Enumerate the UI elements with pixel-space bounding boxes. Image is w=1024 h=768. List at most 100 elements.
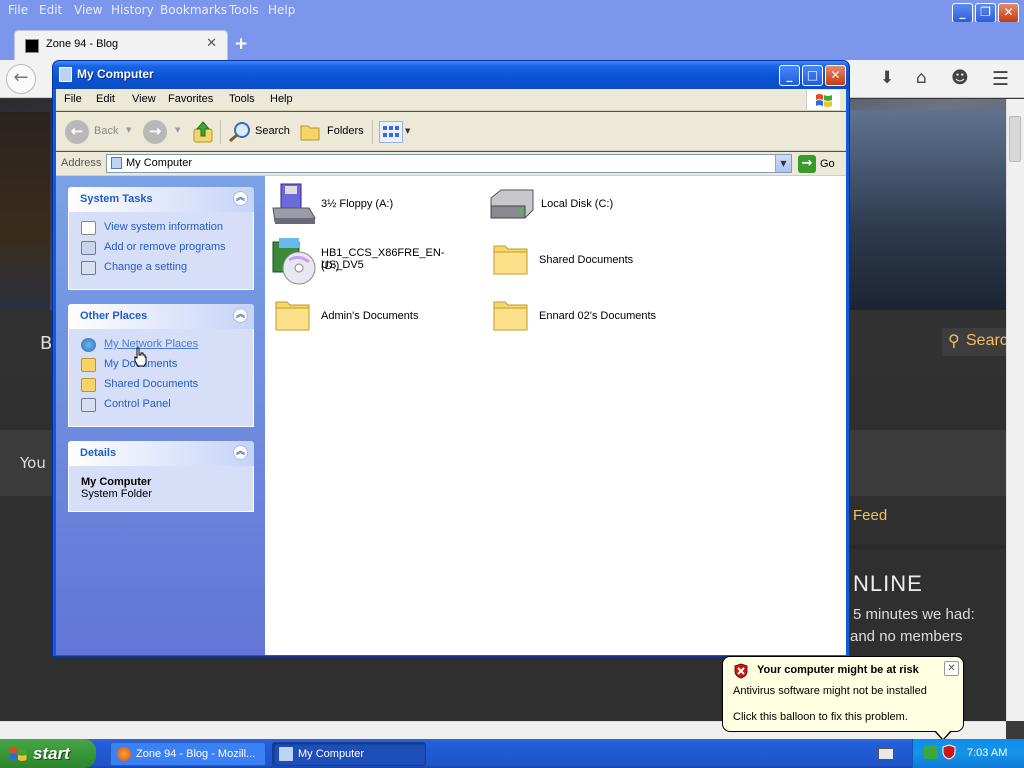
- control-panel-icon: [81, 261, 96, 275]
- folder-shared-documents[interactable]: Shared Documents: [491, 238, 711, 284]
- folder-admins-documents[interactable]: Admin's Documents: [273, 294, 483, 340]
- task-view-system-information[interactable]: View system information: [69, 218, 253, 238]
- menu-view[interactable]: View: [132, 93, 156, 105]
- browser-menu-view[interactable]: View: [74, 3, 102, 17]
- place-label: My Network Places: [104, 338, 199, 350]
- taskbar-button-firefox[interactable]: Zone 94 - Blog - Mozill...: [110, 742, 266, 766]
- balloon-line-1: Antivirus software might not be installe…: [733, 685, 927, 697]
- folder-icon: [81, 378, 96, 392]
- browser-menu-history[interactable]: History: [111, 3, 154, 17]
- home-icon[interactable]: ⌂: [916, 68, 927, 88]
- back-dropdown-icon[interactable]: ▼: [126, 126, 131, 134]
- address-label: Address: [61, 157, 102, 169]
- address-input[interactable]: My Computer ▼: [106, 154, 792, 173]
- drive-cd[interactable]: HB1_CCS_X86FRE_EN-US_DV5 (D:): [269, 236, 484, 288]
- browser-menu-tools[interactable]: Tools: [229, 3, 259, 17]
- balloon-close-icon[interactable]: ✕: [944, 661, 959, 676]
- add-remove-programs-icon: [81, 241, 96, 255]
- browser-tab[interactable]: Zone 94 - Blog ✕: [14, 30, 228, 60]
- search-icon[interactable]: [228, 121, 252, 143]
- tab-close-icon[interactable]: ✕: [206, 36, 217, 51]
- folders-icon[interactable]: [299, 122, 323, 142]
- browser-menu-file[interactable]: File: [8, 3, 28, 17]
- go-button[interactable]: Go: [820, 158, 835, 170]
- window-toolbar: ← Back ▼ → ▼ Search Folders ▼: [56, 112, 846, 151]
- minimize-button[interactable]: _: [779, 65, 800, 86]
- details-panel: Details ︽ My Computer System Folder: [68, 441, 254, 512]
- back-arrow-icon[interactable]: ←: [65, 120, 89, 144]
- balloon-title: Your computer might be at risk: [757, 664, 919, 676]
- windows-flag-icon: [8, 745, 28, 762]
- forward-dropdown-icon[interactable]: ▼: [175, 126, 180, 134]
- window-menubar: File Edit View Favorites Tools Help: [56, 89, 846, 111]
- menu-tools[interactable]: Tools: [229, 93, 255, 105]
- download-icon[interactable]: ⬇: [880, 68, 894, 88]
- task-add-remove-programs[interactable]: Add or remove programs: [69, 238, 253, 258]
- menu-help[interactable]: Help: [270, 93, 293, 105]
- place-my-documents[interactable]: My Documents: [69, 355, 253, 375]
- folder-icon: [491, 238, 531, 278]
- browser-minimize-button[interactable]: _: [952, 3, 973, 23]
- browser-scroll-thumb[interactable]: [1009, 116, 1021, 162]
- chat-icon[interactable]: ☻: [951, 68, 969, 88]
- collapse-icon[interactable]: ︽: [233, 308, 248, 323]
- window-titlebar[interactable]: My Computer _ □ ✕: [53, 61, 849, 89]
- folder-icon: [273, 294, 313, 334]
- browser-vertical-scrollbar[interactable]: [1006, 99, 1024, 721]
- hamburger-menu-icon[interactable]: ☰: [992, 68, 1009, 90]
- keyboard-icon[interactable]: [878, 748, 894, 760]
- tab-title: Zone 94 - Blog: [46, 38, 119, 50]
- browser-menu-help[interactable]: Help: [268, 3, 295, 17]
- details-type: System Folder: [81, 488, 152, 500]
- folders-button[interactable]: Folders: [327, 125, 364, 137]
- other-places-header[interactable]: Other Places ︽: [68, 304, 254, 329]
- details-title: Details: [80, 447, 117, 459]
- website-search-button[interactable]: ⚲ Searc: [942, 328, 1008, 356]
- menu-favorites[interactable]: Favorites: [168, 93, 213, 105]
- place-shared-documents[interactable]: Shared Documents: [69, 375, 253, 395]
- network-tray-icon[interactable]: [924, 745, 938, 759]
- collapse-icon[interactable]: ︽: [233, 191, 248, 206]
- close-button[interactable]: ✕: [825, 65, 846, 86]
- forward-arrow-icon[interactable]: →: [143, 120, 167, 144]
- website-menu-item[interactable]: B: [40, 333, 52, 354]
- views-icon[interactable]: [379, 121, 403, 143]
- search-button[interactable]: Search: [255, 125, 290, 137]
- details-header[interactable]: Details ︽: [68, 441, 254, 466]
- maximize-button[interactable]: □: [802, 65, 823, 86]
- drive-floppy[interactable]: 3½ Floppy (A:): [269, 182, 479, 228]
- back-button[interactable]: Back: [94, 125, 118, 137]
- drive-local-disk[interactable]: Local Disk (C:): [487, 182, 707, 228]
- computer-icon: [279, 747, 293, 761]
- item-label-drive: (D:): [321, 260, 340, 272]
- go-arrow-icon[interactable]: →: [798, 155, 816, 173]
- folder-ennard-documents[interactable]: Ennard 02's Documents: [491, 294, 721, 340]
- floppy-icon: [269, 182, 317, 226]
- up-folder-icon[interactable]: [192, 120, 214, 144]
- website-welcome-text: You: [20, 454, 46, 472]
- browser-back-icon[interactable]: ←: [6, 64, 36, 94]
- menu-edit[interactable]: Edit: [96, 93, 115, 105]
- browser-restore-button[interactable]: ❐: [975, 3, 996, 23]
- security-shield-tray-icon[interactable]: [942, 744, 956, 760]
- views-dropdown-icon[interactable]: ▼: [405, 127, 410, 135]
- system-tasks-title: System Tasks: [80, 193, 153, 205]
- menu-file[interactable]: File: [64, 93, 82, 105]
- address-dropdown-icon[interactable]: ▼: [775, 155, 791, 172]
- place-my-network-places[interactable]: My Network Places: [69, 335, 253, 355]
- system-tasks-header[interactable]: System Tasks ︽: [68, 187, 254, 212]
- new-tab-button[interactable]: +: [234, 34, 248, 54]
- folder-icon: [491, 294, 531, 334]
- browser-close-button[interactable]: ✕: [998, 3, 1019, 23]
- place-control-panel[interactable]: Control Panel: [69, 395, 253, 415]
- security-balloon[interactable]: Your computer might be at risk ✕ Antivir…: [722, 656, 964, 732]
- item-label: Shared Documents: [539, 254, 634, 266]
- browser-menu-edit[interactable]: Edit: [39, 3, 62, 17]
- browser-menu-bookmarks[interactable]: Bookmarks: [160, 3, 227, 17]
- task-change-setting[interactable]: Change a setting: [69, 258, 253, 278]
- collapse-icon[interactable]: ︽: [233, 445, 248, 460]
- taskbar-button-my-computer[interactable]: My Computer: [272, 742, 426, 766]
- website-feed-link[interactable]: Feed: [853, 507, 887, 524]
- place-label: Shared Documents: [104, 378, 199, 390]
- cd-drive-icon: [269, 236, 317, 286]
